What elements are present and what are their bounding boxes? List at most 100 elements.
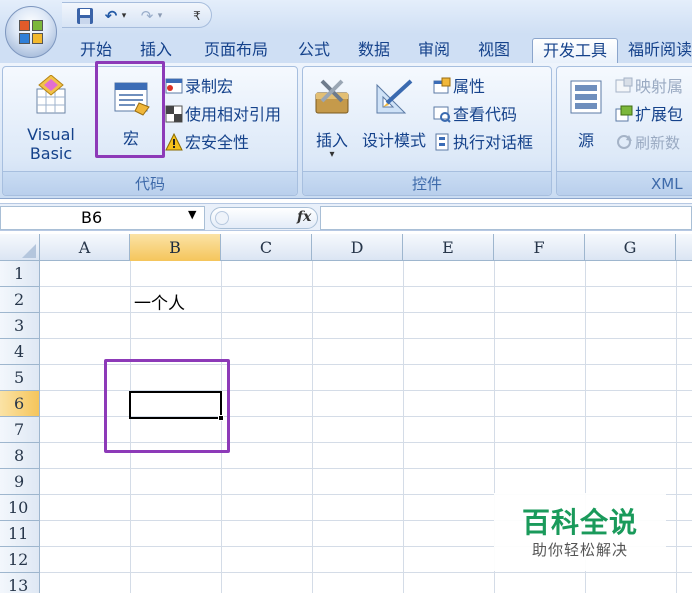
quick-access-toolbar: ↶ ▾ ↷ ▾ ₹ xyxy=(62,2,212,28)
tab-data[interactable]: 数据 xyxy=(350,38,398,63)
visual-basic-icon xyxy=(36,75,66,114)
ribbon: Visual Basic 宏 录制宏 使用相对引用 宏安全性 代码 插入 ▾ 设… xyxy=(0,61,692,199)
ribbon-tabs: 开始 插入 页面布局 公式 数据 审阅 视图 开发工具 福昕阅读 xyxy=(0,34,692,63)
cell-b2[interactable]: 一个人 xyxy=(134,289,185,314)
group-xml-label: XML xyxy=(557,171,692,195)
undo-icon[interactable]: ↶ xyxy=(102,7,120,25)
record-macro-button[interactable]: 录制宏 xyxy=(165,75,233,99)
map-properties-icon xyxy=(615,77,633,93)
group-code-label: 代码 xyxy=(3,171,297,195)
tab-home[interactable]: 开始 xyxy=(72,38,120,63)
macros-highlight-box xyxy=(95,61,165,158)
column-header-f[interactable]: F xyxy=(494,234,585,261)
tab-page-layout[interactable]: 页面布局 xyxy=(196,38,276,63)
row-header-11[interactable]: 11 xyxy=(0,521,40,547)
visual-basic-button[interactable]: Visual Basic xyxy=(5,73,97,163)
refresh-data-icon xyxy=(617,135,632,149)
name-box-dropdown-icon[interactable]: ▼ xyxy=(188,208,196,221)
row-header-9[interactable]: 9 xyxy=(0,469,40,495)
row-header-10[interactable]: 10 xyxy=(0,495,40,521)
insert-control-button[interactable]: 插入 ▾ xyxy=(307,73,357,169)
use-relative-references-button[interactable]: 使用相对引用 xyxy=(165,103,281,127)
refresh-data-label: 刷新数 xyxy=(635,134,681,152)
xml-source-label: 源 xyxy=(577,131,594,150)
column-header-c[interactable]: C xyxy=(221,234,312,261)
watermark: 百科全说 助你轻松解决 xyxy=(494,493,666,571)
row-header-7[interactable]: 7 xyxy=(0,417,40,443)
insert-function-button[interactable]: fx xyxy=(297,209,311,225)
insert-control-label: 插入 xyxy=(315,131,348,150)
row-header-6[interactable]: 6 xyxy=(0,391,40,417)
gridline xyxy=(40,468,692,469)
gridline xyxy=(40,572,692,573)
name-box[interactable]: B6 xyxy=(0,206,205,230)
record-macro-label: 录制宏 xyxy=(185,77,234,96)
active-cell-highlight-box xyxy=(104,359,230,453)
gridline xyxy=(40,338,692,339)
watermark-subtitle: 助你轻松解决 xyxy=(531,541,628,559)
watermark-title: 百科全说 xyxy=(521,506,638,539)
properties-button[interactable]: 属性 xyxy=(433,75,485,99)
tab-foxit-reader[interactable]: 福昕阅读 xyxy=(628,38,692,63)
run-dialog-icon xyxy=(435,133,449,151)
run-dialog-label: 执行对话框 xyxy=(453,133,534,152)
refresh-data-button[interactable]: 刷新数 xyxy=(615,131,680,155)
design-mode-icon xyxy=(376,79,413,114)
formula-input[interactable] xyxy=(320,206,692,230)
group-xml: 源 映射属 扩展包 刷新数 XML xyxy=(556,66,692,196)
view-code-label: 查看代码 xyxy=(453,105,518,124)
row-header-12[interactable]: 12 xyxy=(0,547,40,573)
run-dialog-button[interactable]: 执行对话框 xyxy=(433,131,533,155)
tab-developer[interactable]: 开发工具 xyxy=(532,38,618,63)
redo-icon[interactable]: ↷ xyxy=(138,7,156,25)
visual-basic-label: Visual Basic xyxy=(27,125,75,163)
view-code-button[interactable]: 查看代码 xyxy=(433,103,517,127)
customize-qat-icon[interactable]: ₹ xyxy=(190,7,204,25)
design-mode-label: 设计模式 xyxy=(361,131,426,150)
row-header-8[interactable]: 8 xyxy=(0,443,40,469)
formula-bar-expander-icon[interactable] xyxy=(215,211,229,225)
column-header-d[interactable]: D xyxy=(312,234,403,261)
row-header-5[interactable]: 5 xyxy=(0,365,40,391)
redo-dropdown-icon[interactable]: ▾ xyxy=(155,7,165,25)
formula-tools: fx xyxy=(210,207,318,229)
expansion-packs-button[interactable]: 扩展包 xyxy=(615,103,683,127)
save-icon[interactable] xyxy=(76,7,94,25)
column-header-e[interactable]: E xyxy=(403,234,494,261)
insert-dropdown-icon: ▾ xyxy=(329,149,335,160)
warning-icon xyxy=(165,133,183,151)
select-all-button[interactable] xyxy=(0,234,40,261)
row-header-1[interactable]: 1 xyxy=(0,261,40,287)
row-header-13[interactable]: 13 xyxy=(0,573,40,593)
column-headers: A B C D E F G xyxy=(0,234,692,261)
undo-dropdown-icon[interactable]: ▾ xyxy=(119,7,129,25)
macro-security-button[interactable]: 宏安全性 xyxy=(165,131,249,155)
properties-icon xyxy=(433,77,451,94)
office-logo-icon xyxy=(19,20,45,46)
tab-view[interactable]: 视图 xyxy=(470,38,518,63)
column-header-a[interactable]: A xyxy=(40,234,130,261)
toolbox-icon xyxy=(315,79,349,114)
xml-source-icon xyxy=(570,80,602,114)
tab-insert[interactable]: 插入 xyxy=(132,38,180,63)
macro-security-label: 宏安全性 xyxy=(185,133,250,152)
view-code-icon xyxy=(433,106,451,123)
record-macro-icon xyxy=(165,78,183,94)
row-header-2[interactable]: 2 xyxy=(0,287,40,313)
column-header-b[interactable]: B xyxy=(130,234,221,261)
office-button[interactable] xyxy=(5,6,57,58)
row-header-3[interactable]: 3 xyxy=(0,313,40,339)
formula-bar: B6 ▼ fx xyxy=(0,203,692,231)
tab-formulas[interactable]: 公式 xyxy=(290,38,338,63)
design-mode-button[interactable]: 设计模式 xyxy=(359,73,429,157)
map-properties-button[interactable]: 映射属 xyxy=(615,75,683,99)
row-header-4[interactable]: 4 xyxy=(0,339,40,365)
tab-review[interactable]: 审阅 xyxy=(410,38,458,63)
map-properties-label: 映射属 xyxy=(635,77,684,96)
column-header-g[interactable]: G xyxy=(585,234,676,261)
gridline xyxy=(312,261,313,593)
xml-source-button[interactable]: 源 xyxy=(561,73,611,157)
column-header-h[interactable] xyxy=(676,234,692,261)
group-controls-label: 控件 xyxy=(303,171,551,195)
properties-label: 属性 xyxy=(453,77,486,96)
